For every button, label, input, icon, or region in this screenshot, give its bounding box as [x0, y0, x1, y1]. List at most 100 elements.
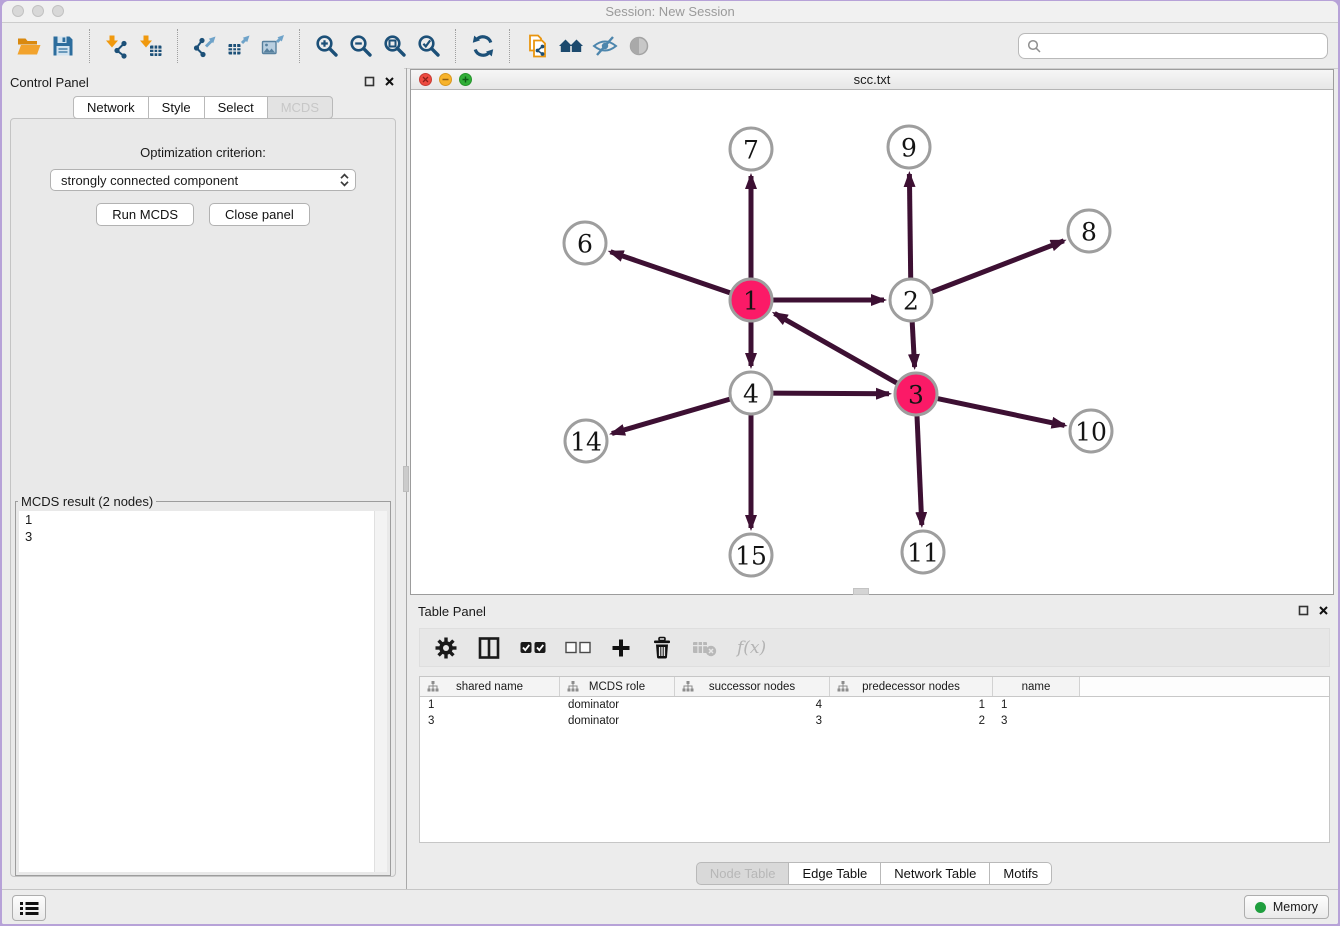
result-item[interactable]: 3	[19, 528, 387, 545]
mcds-result-list[interactable]: 13	[19, 511, 387, 872]
hide-selected-button[interactable]	[588, 29, 622, 63]
export-image-button[interactable]	[256, 29, 290, 63]
table-cell[interactable]: 3	[675, 715, 830, 727]
network-canvas[interactable]: 7 9 6 8 1 2 4 3 14 10 15 11	[411, 90, 1333, 595]
result-scrollbar[interactable]	[374, 511, 387, 872]
deselect-all-button[interactable]	[565, 640, 591, 655]
graph-node-7[interactable]: 7	[730, 128, 772, 170]
table-mode-button[interactable]	[434, 636, 458, 660]
zoom-selected-button[interactable]	[412, 29, 446, 63]
tab-style[interactable]: Style	[149, 96, 205, 119]
zoom-out-button[interactable]	[344, 29, 378, 63]
graph-node-15[interactable]: 15	[730, 534, 772, 576]
graph-edge-2-3[interactable]	[912, 322, 914, 367]
table-cell[interactable]: 3	[993, 715, 1080, 727]
open-session-button[interactable]	[12, 29, 46, 63]
float-panel-icon[interactable]	[364, 76, 375, 87]
graph-edge-3-1[interactable]	[775, 313, 897, 383]
function-builder-button-disabled: f(x)	[737, 638, 766, 658]
table-cell[interactable]: dominator	[560, 715, 675, 727]
tab-edge-table[interactable]: Edge Table	[789, 862, 881, 885]
clone-network-button[interactable]	[520, 29, 554, 63]
zoom-window-icon[interactable]	[52, 5, 64, 17]
graph-edge-2-8[interactable]	[932, 241, 1064, 292]
column-header-name[interactable]: name	[993, 677, 1080, 696]
graph-node-3[interactable]: 3	[895, 373, 937, 415]
column-header-MCDS-role[interactable]: MCDS role	[560, 677, 675, 696]
close-window-icon[interactable]	[12, 5, 24, 17]
run-mcds-button[interactable]: Run MCDS	[96, 203, 194, 226]
graph-edge-3-11[interactable]	[917, 416, 922, 525]
first-neighbors-button[interactable]	[554, 29, 588, 63]
graph-edge-3-10[interactable]	[938, 399, 1065, 426]
graph-node-6[interactable]: 6	[564, 222, 606, 264]
minimize-window-icon[interactable]	[32, 5, 44, 17]
close-table-panel-icon[interactable]	[1318, 605, 1329, 616]
save-session-button[interactable]	[46, 29, 80, 63]
graph-edge-2-9[interactable]	[909, 174, 910, 278]
tab-mcds[interactable]: MCDS	[268, 96, 333, 119]
graph-node-2[interactable]: 2	[890, 279, 932, 321]
table-cell[interactable]: 1	[830, 699, 993, 711]
column-header-shared-name[interactable]: shared name	[420, 677, 560, 696]
vertical-splitter-handle[interactable]	[403, 466, 409, 492]
network-minimize-icon[interactable]	[439, 73, 452, 86]
select-stepper-icon	[339, 172, 350, 188]
network-maximize-icon[interactable]	[459, 73, 472, 86]
table-panel-header: Table Panel	[410, 597, 1338, 625]
graph-node-10[interactable]: 10	[1070, 410, 1112, 452]
show-columns-button[interactable]	[477, 636, 501, 660]
network-close-icon[interactable]	[419, 73, 432, 86]
delete-column-button[interactable]	[651, 636, 673, 660]
optimization-criterion-select[interactable]: strongly connected component	[50, 169, 356, 191]
graph-node-1[interactable]: 1	[730, 279, 772, 321]
add-column-button[interactable]	[610, 637, 632, 659]
close-panel-icon[interactable]	[384, 76, 395, 87]
apply-layout-button[interactable]	[466, 29, 500, 63]
column-header-successor-nodes[interactable]: successor nodes	[675, 677, 830, 696]
graph-node-14[interactable]: 14	[565, 420, 607, 462]
control-panel-tabs: Network Style Select MCDS	[2, 96, 404, 119]
graph-node-8[interactable]: 8	[1068, 210, 1110, 252]
table-cell[interactable]: 1	[420, 699, 560, 711]
graph-node-11[interactable]: 11	[902, 531, 944, 573]
graph-edge-1-6[interactable]	[611, 252, 731, 293]
zoom-fit-button[interactable]	[378, 29, 412, 63]
export-network-button[interactable]	[188, 29, 222, 63]
header-filler	[1080, 677, 1329, 696]
table-row[interactable]: 1dominator411	[420, 697, 1329, 713]
table-cell[interactable]: 3	[420, 715, 560, 727]
close-panel-button[interactable]: Close panel	[209, 203, 310, 226]
delete-table-button-disabled	[692, 638, 718, 658]
zoom-in-button[interactable]	[310, 29, 344, 63]
optimization-criterion-label: Optimization criterion:	[11, 145, 395, 160]
table-cell[interactable]: 2	[830, 715, 993, 727]
memory-button[interactable]: Memory	[1244, 895, 1329, 919]
float-table-panel-icon[interactable]	[1298, 605, 1309, 616]
table-cell[interactable]: dominator	[560, 699, 675, 711]
tab-motifs[interactable]: Motifs	[990, 862, 1052, 885]
horizontal-splitter-handle[interactable]	[853, 588, 869, 595]
result-item[interactable]: 1	[19, 511, 387, 528]
search-box[interactable]	[1018, 33, 1328, 59]
tab-network-table[interactable]: Network Table	[881, 862, 990, 885]
show-all-button[interactable]	[622, 29, 656, 63]
show-panels-button[interactable]	[12, 895, 46, 921]
table-row[interactable]: 3dominator323	[420, 713, 1329, 729]
graph-node-9[interactable]: 9	[888, 126, 930, 168]
column-header-predecessor-nodes[interactable]: predecessor nodes	[830, 677, 993, 696]
graph-edge-4-3[interactable]	[773, 393, 889, 394]
graph-edge-4-14[interactable]	[612, 399, 730, 433]
tab-node-table[interactable]: Node Table	[696, 862, 790, 885]
tab-select[interactable]: Select	[205, 96, 268, 119]
tab-network[interactable]: Network	[73, 96, 149, 119]
export-table-button[interactable]	[222, 29, 256, 63]
table-cell[interactable]: 1	[993, 699, 1080, 711]
zoom-fit-icon	[382, 33, 408, 59]
import-network-button[interactable]	[100, 29, 134, 63]
graph-node-4[interactable]: 4	[730, 372, 772, 414]
import-table-button[interactable]	[134, 29, 168, 63]
search-input[interactable]	[1047, 37, 1319, 54]
table-cell[interactable]: 4	[675, 699, 830, 711]
select-all-button[interactable]	[520, 640, 546, 655]
